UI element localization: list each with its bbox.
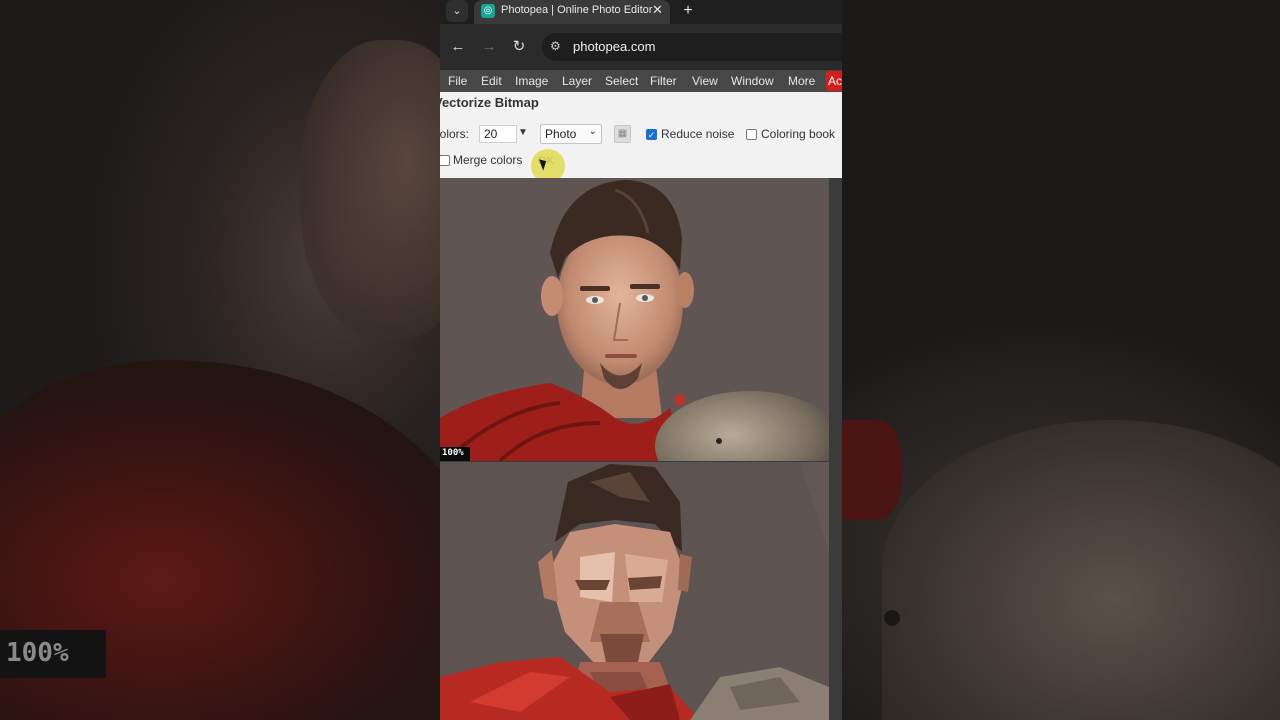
merge-colors-label: Merge colors xyxy=(453,153,523,167)
reduce-noise-checkbox[interactable]: ✓ xyxy=(646,129,657,140)
blurred-red-patch xyxy=(842,420,902,520)
mode-select-value: Photo xyxy=(545,127,577,141)
account-button[interactable]: Ac xyxy=(826,71,842,91)
close-tab-icon[interactable]: ✕ xyxy=(652,2,663,18)
original-photo-preview: 100% xyxy=(440,178,829,461)
photopea-favicon-icon: ◎ xyxy=(481,4,495,18)
browser-window: ⌄ ◎ Photopea | Online Photo Editor ✕ + ←… xyxy=(440,0,842,720)
menu-file[interactable]: File xyxy=(448,74,467,88)
colors-count-input[interactable]: 20 xyxy=(479,125,517,143)
dialog-title: Vectorize Bitmap xyxy=(440,95,539,110)
merge-colors-checkbox[interactable] xyxy=(440,155,450,166)
back-arrow-icon[interactable]: ← xyxy=(447,36,469,58)
address-bar[interactable]: ⚙ photopea.com xyxy=(542,33,842,61)
canvas-workspace: 100% xyxy=(440,178,842,720)
coloring-book-checkbox[interactable] xyxy=(746,129,757,140)
vectorized-photo-preview xyxy=(440,462,829,720)
canvas-scrollbar[interactable] xyxy=(829,178,842,720)
blurred-background-right xyxy=(842,0,1280,720)
reload-icon[interactable]: ↻ xyxy=(508,36,530,58)
browser-tab[interactable]: ◎ Photopea | Online Photo Editor ✕ xyxy=(474,0,670,24)
coloring-book-label: Coloring book xyxy=(761,127,836,141)
palette-icon[interactable]: ▦ xyxy=(614,125,631,143)
mode-select[interactable]: Photo ⌄ xyxy=(540,124,602,144)
menu-select[interactable]: Select xyxy=(605,74,638,88)
blurred-background-left: 100% xyxy=(0,0,440,720)
tab-list-icon[interactable]: ⌄ xyxy=(446,0,468,22)
blurred-zoom-label: 100% xyxy=(0,630,106,678)
menu-filter[interactable]: Filter xyxy=(650,74,677,88)
vectorized-photo-illustration xyxy=(440,462,829,720)
menu-window[interactable]: Window xyxy=(731,74,774,88)
menu-view[interactable]: View xyxy=(692,74,718,88)
tab-strip: ⌄ ◎ Photopea | Online Photo Editor ✕ + xyxy=(440,0,842,24)
blurred-rivet xyxy=(884,610,900,626)
menu-layer[interactable]: Layer xyxy=(562,74,592,88)
colors-label: Colors: xyxy=(440,127,470,141)
menu-image[interactable]: Image xyxy=(515,74,548,88)
menu-edit[interactable]: Edit xyxy=(481,74,502,88)
site-info-icon[interactable]: ⚙ xyxy=(550,39,561,53)
vectorize-dialog: Vectorize Bitmap Colors: 20 ▼ Photo ⌄ ▦ … xyxy=(440,92,842,183)
original-photo-illustration xyxy=(440,178,829,461)
tab-title: Photopea | Online Photo Editor xyxy=(501,4,653,16)
reduce-noise-label: Reduce noise xyxy=(661,127,735,141)
url-text: photopea.com xyxy=(573,39,656,54)
blurred-armor xyxy=(882,420,1280,720)
menu-more[interactable]: More xyxy=(788,74,815,88)
blurred-face xyxy=(300,40,440,340)
new-tab-icon[interactable]: + xyxy=(680,0,696,22)
dropdown-arrow-icon[interactable]: ▼ xyxy=(518,127,528,138)
app-menubar: File Edit Image Layer Select Filter View… xyxy=(440,70,842,92)
browser-toolbar: ← → ↻ ⚙ photopea.com xyxy=(440,24,842,70)
forward-arrow-icon[interactable]: → xyxy=(478,36,500,58)
chevron-down-icon: ⌄ xyxy=(588,126,597,137)
zoom-level-badge: 100% xyxy=(440,447,470,461)
